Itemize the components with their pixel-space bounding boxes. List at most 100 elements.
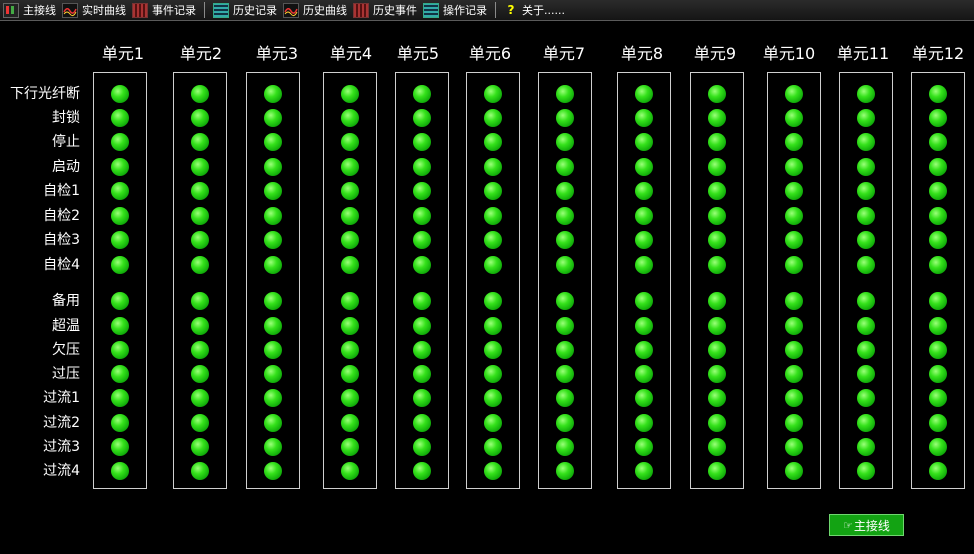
status-led (413, 462, 431, 480)
signal-label: 备用 (52, 293, 80, 309)
operation-record-icon (423, 2, 439, 18)
status-led (929, 292, 947, 310)
toolbar-main-wiring[interactable]: 主接线 (0, 0, 59, 20)
history-curve-icon (283, 2, 299, 18)
status-led (857, 389, 875, 407)
status-led (556, 438, 574, 456)
status-led (785, 462, 803, 480)
status-led (708, 133, 726, 151)
status-led (111, 133, 129, 151)
status-led (857, 109, 875, 127)
status-led (635, 317, 653, 335)
unit-box-1 (93, 72, 147, 489)
status-led (413, 292, 431, 310)
status-led (708, 414, 726, 432)
status-led (708, 109, 726, 127)
status-led (929, 207, 947, 225)
toolbar-operation-record[interactable]: 操作记录 (420, 0, 490, 20)
unit-box-6 (466, 72, 520, 489)
status-led (635, 365, 653, 383)
status-led (111, 317, 129, 335)
status-led (785, 133, 803, 151)
main-wiring-button-label: 主接线 (853, 518, 890, 533)
status-led (708, 207, 726, 225)
toolbar-event-record[interactable]: 事件记录 (129, 0, 199, 20)
status-led (929, 133, 947, 151)
status-led (857, 207, 875, 225)
status-led (929, 317, 947, 335)
status-led (341, 389, 359, 407)
toolbar-history-event[interactable]: 历史事件 (350, 0, 420, 20)
status-led (191, 292, 209, 310)
status-led (413, 231, 431, 249)
unit-box-12 (911, 72, 965, 489)
status-led (635, 207, 653, 225)
status-led (708, 158, 726, 176)
toolbar-label: 历史曲线 (303, 4, 347, 17)
signal-label: 启动 (52, 159, 80, 175)
status-led (484, 256, 502, 274)
status-led (785, 317, 803, 335)
status-led (191, 207, 209, 225)
status-led (785, 109, 803, 127)
status-led (556, 231, 574, 249)
status-led (191, 182, 209, 200)
status-led (484, 85, 502, 103)
status-led (556, 341, 574, 359)
status-led (341, 85, 359, 103)
unit-header-5: 单元5 (396, 44, 440, 63)
toolbar: 主接线 实时曲线 事件记录 历史记录 历史曲线 历史事件 操作记录 ? 关于..… (0, 0, 974, 21)
status-led (857, 317, 875, 335)
unit-header-12: 单元12 (911, 44, 965, 63)
status-led (556, 462, 574, 480)
status-led (111, 389, 129, 407)
unit-box-2 (173, 72, 227, 489)
status-led (341, 109, 359, 127)
toolbar-history-record[interactable]: 历史记录 (210, 0, 280, 20)
status-led (111, 256, 129, 274)
status-led (929, 389, 947, 407)
toolbar-separator (495, 2, 496, 18)
status-led (857, 182, 875, 200)
status-led (191, 414, 209, 432)
status-led (785, 158, 803, 176)
status-led (264, 207, 282, 225)
toolbar-realtime-curve[interactable]: 实时曲线 (59, 0, 129, 20)
status-led (635, 85, 653, 103)
unit-header-10: 单元10 (762, 44, 816, 63)
unit-header-6: 单元6 (468, 44, 512, 63)
status-led (484, 365, 502, 383)
status-led (929, 182, 947, 200)
status-led (413, 341, 431, 359)
unit-header-2: 单元2 (179, 44, 223, 63)
status-led (929, 341, 947, 359)
status-led (264, 158, 282, 176)
status-led (264, 365, 282, 383)
event-record-icon (132, 2, 148, 18)
status-led (708, 341, 726, 359)
signal-label: 超温 (52, 318, 80, 334)
status-led (929, 85, 947, 103)
toolbar-about[interactable]: ? 关于...... (501, 0, 568, 20)
signal-label: 自检1 (43, 183, 80, 199)
status-led (857, 365, 875, 383)
status-led (484, 292, 502, 310)
status-led (635, 231, 653, 249)
unit-header-9: 单元9 (693, 44, 737, 63)
unit-box-9 (690, 72, 744, 489)
unit-box-5 (395, 72, 449, 489)
status-led (635, 341, 653, 359)
status-led (264, 182, 282, 200)
signal-label: 停止 (52, 134, 80, 150)
status-led (635, 389, 653, 407)
status-led (413, 207, 431, 225)
main-wiring-button[interactable]: ☞ 主接线 (829, 514, 904, 536)
status-led (556, 109, 574, 127)
status-led (111, 341, 129, 359)
status-led (556, 292, 574, 310)
status-led (111, 231, 129, 249)
unit-box-7 (538, 72, 592, 489)
toolbar-history-curve[interactable]: 历史曲线 (280, 0, 350, 20)
status-led (929, 109, 947, 127)
status-led (484, 414, 502, 432)
